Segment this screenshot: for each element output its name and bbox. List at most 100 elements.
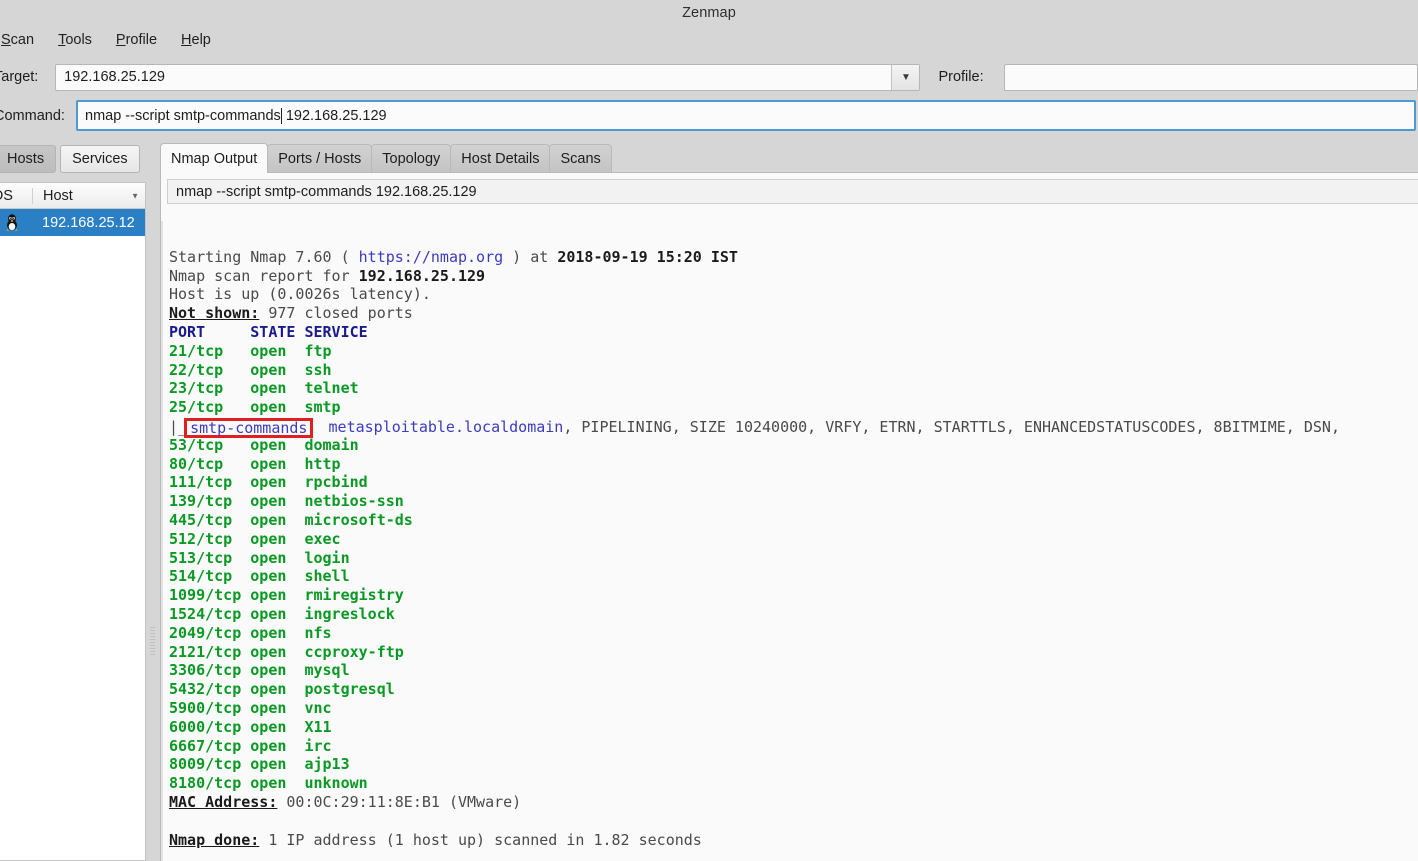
output-segment: 1099/tcp open rmiregistry bbox=[169, 586, 404, 605]
output-line: |_ smtp-commands metasploitable.localdoma… bbox=[169, 417, 1418, 438]
tab-label: Topology bbox=[382, 151, 441, 167]
tab-host-details[interactable]: Host Details bbox=[450, 144, 551, 173]
output-segment: 25/tcp open smtp bbox=[169, 398, 341, 417]
output-line: 139/tcp open netbios-ssn bbox=[169, 492, 1418, 511]
tab-scans[interactable]: Scans bbox=[549, 144, 612, 173]
output-segment: 80/tcp open http bbox=[169, 454, 341, 473]
output-segment: metasploitable.localdomain bbox=[310, 417, 564, 436]
profile-input[interactable] bbox=[1004, 64, 1417, 90]
target-input[interactable] bbox=[56, 64, 892, 90]
output-line: 1524/tcp open ingreslock bbox=[169, 605, 1418, 624]
output-segment: Host is up (0.0026s latency). bbox=[169, 285, 431, 304]
tab-nmap-output[interactable]: Nmap Output bbox=[160, 143, 269, 173]
output-line: 445/tcp open microsoft-ds bbox=[169, 511, 1418, 530]
tab-topology[interactable]: Topology bbox=[371, 144, 452, 173]
sidebar-toggle-label: Services bbox=[72, 151, 128, 167]
tab-ports-hosts[interactable]: Ports / Hosts bbox=[267, 144, 373, 173]
sidebar-toggle-group: Hosts Services bbox=[0, 143, 150, 175]
menu-item-tools[interactable]: Tools bbox=[46, 30, 104, 50]
output-line: 22/tcp open ssh bbox=[169, 361, 1418, 380]
output-line: 8009/tcp open ajp13 bbox=[169, 755, 1418, 774]
output-line: 1099/tcp open rmiregistry bbox=[169, 586, 1418, 605]
sidebar-toggle-label: Hosts bbox=[7, 151, 45, 167]
nmap-output-panel: nmap --script smtp-commands 192.168.25.1… bbox=[160, 172, 1418, 861]
nmap-output-text[interactable]: Starting Nmap 7.60 ( https://nmap.org ) … bbox=[169, 229, 1418, 859]
output-segment: 1524/tcp open ingreslock bbox=[169, 604, 395, 623]
output-segment: 8009/tcp open ajp13 bbox=[169, 755, 350, 774]
command-input[interactable]: nmap --script smtp-commands 192.168.25.1… bbox=[76, 100, 1416, 131]
output-line: 2049/tcp open nfs bbox=[169, 624, 1418, 643]
sort-descending-icon: ▼ bbox=[131, 191, 139, 200]
output-segment: 445/tcp open microsoft-ds bbox=[169, 510, 413, 529]
host-os-cell bbox=[0, 214, 32, 231]
menu-item-help[interactable]: Help bbox=[169, 30, 223, 50]
output-segment: 22/tcp open ssh bbox=[169, 360, 332, 379]
tab-label: Nmap Output bbox=[171, 150, 258, 167]
profile-combo[interactable] bbox=[1003, 63, 1418, 91]
output-segment: 5900/tcp open vnc bbox=[169, 698, 332, 717]
output-segment: 6000/tcp open X11 bbox=[169, 717, 332, 736]
output-segment: 21/tcp open ftp bbox=[169, 341, 332, 360]
output-segment: 00:0C:29:11:8E:B1 (VMware) bbox=[277, 792, 522, 811]
title-bar: Zenmap bbox=[0, 0, 1418, 25]
output-segment: 2018-09-19 15:20 IST bbox=[557, 247, 738, 266]
sidebar-toggle-services[interactable]: Services bbox=[60, 145, 140, 173]
host-address-cell: 192.168.25.12 bbox=[42, 214, 135, 231]
column-header-host-label: Host bbox=[43, 187, 73, 204]
menu-bar: Scan Tools Profile Help bbox=[0, 26, 1418, 53]
output-segment: PORT STATE SERVICE bbox=[169, 322, 368, 341]
output-segment: 6667/tcp open irc bbox=[169, 736, 332, 755]
output-line: 80/tcp open http bbox=[169, 455, 1418, 474]
output-segment: Not shown: bbox=[169, 304, 260, 323]
pane-splitter[interactable] bbox=[146, 182, 160, 861]
output-line: 6000/tcp open X11 bbox=[169, 718, 1418, 737]
main-tab-bar: Nmap Output Ports / Hosts Topology Host Det… bbox=[160, 143, 1418, 173]
output-line: 512/tcp open exec bbox=[169, 530, 1418, 549]
output-left-edge bbox=[161, 221, 163, 861]
output-line: 5900/tcp open vnc bbox=[169, 699, 1418, 718]
output-segment: 192.168.25.129 bbox=[358, 266, 486, 285]
tab-label: Ports / Hosts bbox=[278, 151, 362, 167]
sidebar-toggle-hosts[interactable]: Hosts bbox=[0, 145, 57, 173]
output-segment: 2049/tcp open nfs bbox=[169, 623, 332, 642]
splitter-grip-icon bbox=[150, 627, 155, 655]
column-header-os[interactable]: OS bbox=[0, 188, 32, 204]
output-segment: 23/tcp open telnet bbox=[169, 379, 359, 398]
output-line: Host is up (0.0026s latency). bbox=[169, 285, 1418, 304]
command-row: Command: nmap --script smtp-commands 192… bbox=[0, 99, 1418, 132]
output-segment: 3306/tcp open mysql bbox=[169, 661, 350, 680]
menu-item-scan[interactable]: Scan bbox=[0, 30, 46, 50]
column-header-host[interactable]: Host ▼ bbox=[32, 187, 145, 204]
target-combo[interactable]: ▼ bbox=[55, 63, 921, 91]
output-line: 5432/tcp open postgresql bbox=[169, 680, 1418, 699]
output-segment: 139/tcp open netbios-ssn bbox=[169, 492, 404, 511]
command-text-before-caret: nmap --script smtp-commands bbox=[85, 107, 281, 124]
host-list-header: OS Host ▼ bbox=[0, 183, 145, 209]
chevron-down-icon[interactable]: ▼ bbox=[891, 64, 920, 90]
linux-penguin-icon bbox=[6, 214, 18, 231]
tab-label: Scans bbox=[560, 151, 601, 167]
output-line: Starting Nmap 7.60 ( https://nmap.org ) … bbox=[169, 248, 1418, 267]
window-title: Zenmap bbox=[682, 4, 736, 21]
output-command-bar[interactable]: nmap --script smtp-commands 192.168.25.1… bbox=[167, 179, 1418, 204]
output-segment: 53/tcp open domain bbox=[169, 435, 359, 454]
output-line: 2121/tcp open ccproxy-ftp bbox=[169, 643, 1418, 662]
tab-label: Host Details bbox=[461, 151, 540, 167]
host-list-panel: OS Host ▼ 192.168.25.12 bbox=[0, 182, 146, 861]
output-segment: MAC Address: bbox=[169, 792, 278, 811]
output-segment: 512/tcp open exec bbox=[169, 529, 341, 548]
output-line: Nmap scan report for 192.168.25.129 bbox=[169, 267, 1418, 286]
output-line: 3306/tcp open mysql bbox=[169, 661, 1418, 680]
output-line: 513/tcp open login bbox=[169, 549, 1418, 568]
output-line: 111/tcp open rpcbind bbox=[169, 473, 1418, 492]
output-segment: 2121/tcp open ccproxy-ftp bbox=[169, 642, 404, 661]
profile-label: Profile: bbox=[938, 69, 984, 85]
menu-item-profile[interactable]: Profile bbox=[104, 30, 169, 50]
annotation-highlight-box: smtp-commands bbox=[184, 417, 314, 438]
output-segment: https://nmap.org bbox=[358, 247, 504, 266]
zenmap-window: Zenmap ScanToolsProfileHelp Target: ▼ Pr… bbox=[0, 0, 1418, 861]
output-segment: Nmap done: bbox=[169, 830, 260, 849]
host-list-row[interactable]: 192.168.25.12 bbox=[0, 209, 145, 236]
